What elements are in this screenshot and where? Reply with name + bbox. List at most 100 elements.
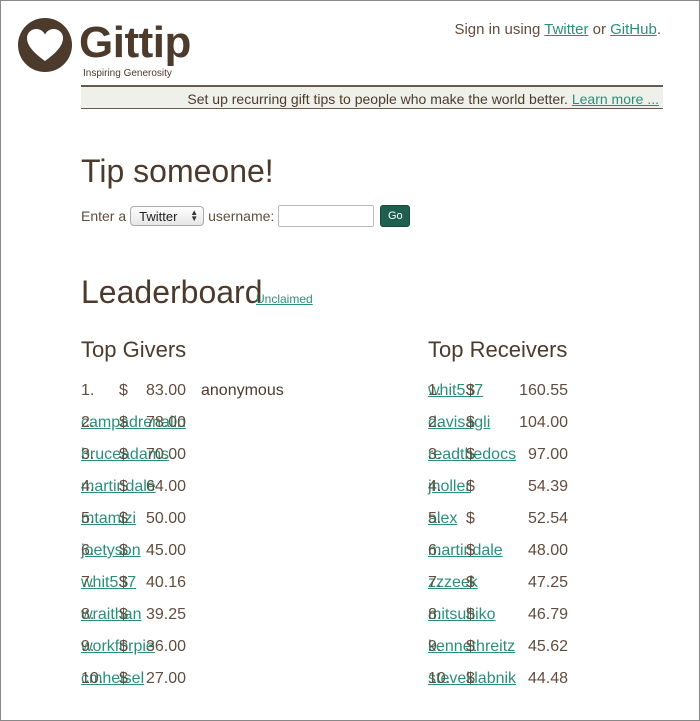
- leaderboard-row: 4. $64.00 martindale: [81, 471, 321, 503]
- logo-wordmark[interactable]: Gittip: [79, 17, 191, 69]
- leaderboard-row: 5. $50.00 mtamizi: [81, 503, 321, 535]
- platform-select[interactable]: Twitter ▲ ▼: [130, 206, 205, 226]
- top-givers-list: 1. $83.00 anonymous 2. $78.00 campadrenalin 3.…: [81, 375, 321, 695]
- heart-logo-icon[interactable]: [17, 17, 73, 73]
- rank-number: 5.: [81, 510, 95, 527]
- tip-amount: 48.00: [527, 542, 568, 559]
- tip-amount: 44.48: [527, 670, 568, 687]
- tip-amount: 46.79: [527, 606, 568, 623]
- leaderboard-row: 3. $70.00 bruceadams: [81, 439, 321, 471]
- rank-number: 7.: [428, 574, 442, 591]
- top-receivers-list: 1. $160.55 whit537 2. $104.00 davisagli 3. $97.…: [428, 375, 668, 695]
- twitter-signin-link[interactable]: Twitter: [544, 21, 588, 38]
- rank-number: 5.: [428, 510, 442, 527]
- currency-symbol: $: [119, 382, 128, 399]
- rank-number: 2.: [428, 414, 442, 431]
- tip-amount: 78.00: [145, 414, 186, 431]
- top-receivers-heading: Top Receivers: [428, 337, 568, 362]
- tip-amount: 40.16: [145, 574, 186, 591]
- rank-number: 9.: [81, 638, 95, 655]
- rank-number: 8.: [81, 606, 95, 623]
- username-text: anonymous: [201, 382, 284, 399]
- currency-symbol: $: [466, 382, 475, 399]
- rank-number: 7.: [81, 574, 95, 591]
- currency-symbol: $: [119, 478, 128, 495]
- tip-amount: 160.55: [519, 382, 568, 399]
- username-input[interactable]: [278, 205, 375, 227]
- unclaimed-link[interactable]: Unclaimed: [256, 292, 313, 306]
- rank-number: 2.: [81, 414, 95, 431]
- currency-symbol: $: [466, 478, 475, 495]
- signin-bar: Sign in using Twitter or GitHub.: [454, 21, 661, 38]
- tip-amount: 45.00: [145, 542, 186, 559]
- tip-amount: 36.00: [145, 638, 186, 655]
- currency-symbol: $: [466, 542, 475, 559]
- tip-amount: 104.00: [519, 414, 568, 431]
- tip-heading: Tip someone!: [81, 153, 274, 189]
- signin-prefix: Sign in using: [454, 21, 541, 38]
- tip-amount: 50.00: [145, 510, 186, 527]
- page: Gittip Inspiring Generosity Sign in usin…: [0, 0, 700, 721]
- tip-amount: 54.39: [527, 478, 568, 495]
- leaderboard-row: 6. $45.00 joetyson: [81, 535, 321, 567]
- username-label: username:: [208, 208, 275, 224]
- rank-number: 6.: [428, 542, 442, 559]
- tip-amount: 45.62: [527, 638, 568, 655]
- top-givers-heading: Top Givers: [81, 337, 187, 362]
- leaderboard-row: 7. $47.25 zzzeek: [428, 567, 668, 599]
- go-button[interactable]: Go: [380, 205, 411, 227]
- leaderboard-row: 6. $48.00 martindale: [428, 535, 668, 567]
- rank-number: 9.: [428, 638, 442, 655]
- leaderboard-row: 2. $104.00 davisagli: [428, 407, 668, 439]
- tagline: Inspiring Generosity: [83, 68, 172, 79]
- enter-a-label: Enter a: [81, 208, 127, 224]
- rank-number: 1.: [81, 382, 95, 399]
- signin-or: or: [592, 21, 606, 38]
- banner-text: Set up recurring gift tips to people who…: [187, 91, 568, 107]
- currency-symbol: $: [119, 542, 128, 559]
- currency-symbol: $: [466, 446, 475, 463]
- tip-amount: 52.54: [527, 510, 568, 527]
- currency-symbol: $: [466, 606, 475, 623]
- leaderboard-row: 7. $40.16 whit537: [81, 567, 321, 599]
- currency-symbol: $: [119, 606, 128, 623]
- leaderboard-row: 9. $45.62 kennethreitz: [428, 631, 668, 663]
- tip-amount: 27.00: [145, 670, 186, 687]
- rank-number: 10.: [81, 670, 104, 687]
- up-down-arrows-icon: ▲ ▼: [190, 208, 199, 223]
- tip-amount: 47.25: [527, 574, 568, 591]
- currency-symbol: $: [119, 510, 128, 527]
- currency-symbol: $: [119, 638, 128, 655]
- leaderboard-row: 3. $97.00 readthedocs: [428, 439, 668, 471]
- learn-more-link[interactable]: Learn more ...: [572, 91, 659, 107]
- tip-amount: 97.00: [527, 446, 568, 463]
- github-signin-link[interactable]: GitHub: [610, 21, 657, 38]
- leaderboard-row: 2. $78.00 campadrenalin: [81, 407, 321, 439]
- rank-number: 4.: [428, 478, 442, 495]
- currency-symbol: $: [466, 670, 475, 687]
- rank-number: 3.: [428, 446, 442, 463]
- currency-symbol: $: [466, 510, 475, 527]
- rank-number: 3.: [81, 446, 95, 463]
- currency-symbol: $: [119, 414, 128, 431]
- signin-period: .: [656, 21, 661, 38]
- currency-symbol: $: [119, 446, 128, 463]
- currency-symbol: $: [119, 670, 128, 687]
- platform-select-value: Twitter: [139, 208, 178, 224]
- currency-symbol: $: [466, 638, 475, 655]
- currency-symbol: $: [466, 414, 475, 431]
- leaderboard-row: 5. $52.54 alex: [428, 503, 668, 535]
- rank-number: 4.: [81, 478, 95, 495]
- currency-symbol: $: [119, 574, 128, 591]
- tip-amount: 70.00: [145, 446, 186, 463]
- rank-number: 1.: [428, 382, 442, 399]
- rank-number: 8.: [428, 606, 442, 623]
- tip-form: Enter a Twitter ▲ ▼ username: Go: [81, 204, 411, 228]
- rank-number: 10.: [428, 670, 451, 687]
- leaderboard-row: 8. $46.79 mitsuhiko: [428, 599, 668, 631]
- rank-number: 6.: [81, 542, 95, 559]
- leaderboard-row: 10. $44.48 steveklabnik: [428, 663, 668, 695]
- leaderboard-row: 4. $54.39 jnoller: [428, 471, 668, 503]
- currency-symbol: $: [466, 574, 475, 591]
- tip-amount: 39.25: [145, 606, 186, 623]
